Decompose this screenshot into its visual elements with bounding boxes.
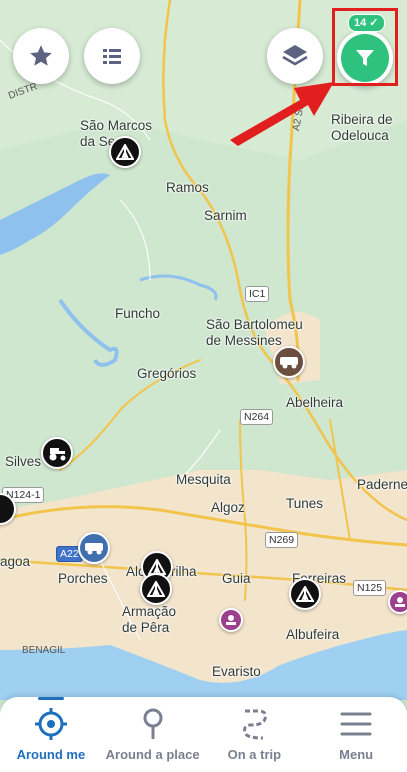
service-marker[interactable] [219,608,243,632]
tent-icon [116,144,134,160]
road-shield: N125 [353,580,387,596]
campervan-area-marker[interactable] [78,532,110,564]
road-shield: N264 [240,409,274,425]
star-icon [30,45,52,66]
place-label: Abelheira [286,395,344,410]
place-label: Ribeira de Odelouca [331,112,393,143]
tab-label: Around a place [105,747,200,762]
tab-around-a-place[interactable]: Around a place [102,697,204,772]
list-view-button[interactable] [84,28,140,84]
service-marker[interactable] [388,590,407,614]
road-shield: IC1 [245,286,270,302]
highlight-box [332,8,398,86]
tab-on-a-trip[interactable]: On a trip [204,697,306,772]
place-label: Ramos [166,180,209,195]
campervan-area-marker[interactable] [273,346,305,378]
place-label: Sarnim [204,208,247,223]
place-label: Guia [222,571,251,586]
tent-icon [147,581,165,597]
route-icon [243,709,268,740]
place-label: Paderne [357,477,407,492]
service-icon [395,597,405,607]
bottom-tab-bar: Around me Around a place On a trip Menu [0,697,407,772]
layers-icon [282,45,308,66]
menu-icon [340,712,372,736]
place-label: agoa [0,554,31,569]
tab-around-me[interactable]: Around me [0,697,102,772]
campsite-marker[interactable] [140,573,172,605]
target-icon [34,708,67,740]
campervan-icon [85,543,103,555]
place-label: Porches [58,571,108,586]
place-label: Tunes [286,496,324,511]
annotation-arrow [230,82,334,146]
service-icon [226,615,236,625]
place-label: Funcho [115,306,161,321]
tab-label: On a trip [227,747,282,762]
place-label: Gregórios [137,366,197,381]
farm-marker[interactable] [41,437,73,469]
place-label: São Bartolomeu de Messines [206,317,303,348]
place-label: Albufeira [286,627,340,642]
place-label: Armação de Pêra [122,604,177,635]
place-label: Algoz [211,500,245,515]
place-label: BENAGIL [22,645,66,656]
campsite-marker[interactable] [109,136,141,168]
place-label: Evaristo [212,664,261,679]
campervan-icon [280,357,298,369]
tab-label: Around me [16,747,86,762]
tab-menu[interactable]: Menu [305,697,407,772]
place-label: Mesquita [176,472,231,487]
campsite-marker[interactable] [289,578,321,610]
tractor-icon [49,448,66,461]
pin-search-icon [143,708,163,739]
tab-label: Menu [339,747,374,762]
tent-icon [296,586,314,602]
place-label: Silves [5,454,42,469]
road-shield: N269 [265,532,299,548]
list-icon [103,49,121,64]
favorites-button[interactable] [13,28,69,84]
